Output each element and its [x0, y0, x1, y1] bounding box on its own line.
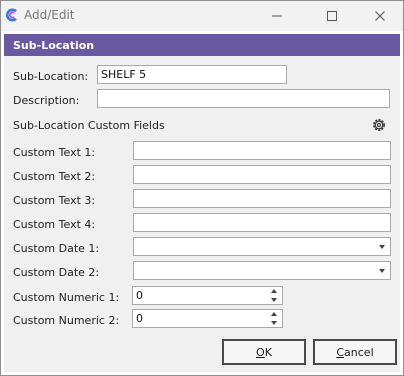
- description-input[interactable]: [97, 89, 390, 108]
- custom-date-1-label: Custom Date 1:: [13, 242, 100, 255]
- add-edit-dialog: Add/Edit Sub-Location Sub-Location: SHEL…: [0, 0, 404, 376]
- dialog-body: Sub-Location Sub-Location: SHELF 5 Descr…: [4, 34, 400, 372]
- custom-date-1-picker[interactable]: [133, 237, 391, 256]
- section-title: Sub-Location: [13, 39, 95, 52]
- minimize-button[interactable]: [254, 1, 300, 31]
- custom-numeric-2-stepper[interactable]: 0: [132, 309, 283, 328]
- custom-text-4-label: Custom Text 4:: [13, 218, 96, 231]
- ok-label-rest: K: [264, 345, 272, 359]
- description-label: Description:: [13, 94, 80, 107]
- ok-mnemonic: O: [256, 345, 265, 359]
- chevron-down-icon[interactable]: [379, 269, 385, 273]
- custom-numeric-1-label: Custom Numeric 1:: [13, 291, 120, 304]
- cancel-mnemonic: C: [336, 345, 345, 359]
- custom-numeric-2-value: 0: [136, 312, 143, 325]
- custom-date-2-picker[interactable]: [133, 261, 391, 280]
- custom-text-1-label: Custom Text 1:: [13, 146, 96, 159]
- ok-button[interactable]: OK: [222, 339, 306, 365]
- spin-up-icon[interactable]: [271, 312, 277, 316]
- sub-location-input[interactable]: SHELF 5: [97, 65, 287, 84]
- c-logo-icon: [6, 8, 17, 22]
- custom-fields-heading: Sub-Location Custom Fields: [13, 119, 165, 132]
- gear-icon[interactable]: [371, 117, 387, 133]
- cancel-label-rest: ancel: [344, 345, 374, 359]
- cancel-button[interactable]: Cancel: [313, 339, 397, 365]
- custom-text-2-input[interactable]: [133, 165, 391, 184]
- spin-down-icon[interactable]: [271, 321, 277, 325]
- sub-location-label: Sub-Location:: [13, 70, 89, 83]
- custom-text-1-input[interactable]: [133, 141, 391, 160]
- title-bar[interactable]: Add/Edit: [1, 1, 403, 31]
- custom-numeric-1-stepper[interactable]: 0: [132, 286, 283, 305]
- maximize-button[interactable]: [309, 1, 355, 31]
- maximize-icon: [327, 11, 337, 21]
- chevron-down-icon[interactable]: [379, 245, 385, 249]
- spin-up-icon[interactable]: [271, 289, 277, 293]
- custom-date-2-label: Custom Date 2:: [13, 266, 100, 279]
- custom-numeric-2-label: Custom Numeric 2:: [13, 314, 120, 327]
- minimize-icon: [272, 15, 282, 17]
- custom-text-3-label: Custom Text 3:: [13, 194, 96, 207]
- custom-text-4-input[interactable]: [133, 213, 391, 232]
- section-header: Sub-Location: [4, 34, 400, 56]
- spin-down-icon[interactable]: [271, 298, 277, 302]
- window-title: Add/Edit: [24, 8, 75, 22]
- close-button[interactable]: [357, 1, 403, 31]
- custom-numeric-1-value: 0: [136, 289, 143, 302]
- close-icon: [375, 11, 385, 21]
- custom-text-3-input[interactable]: [133, 189, 391, 208]
- custom-text-2-label: Custom Text 2:: [13, 170, 96, 183]
